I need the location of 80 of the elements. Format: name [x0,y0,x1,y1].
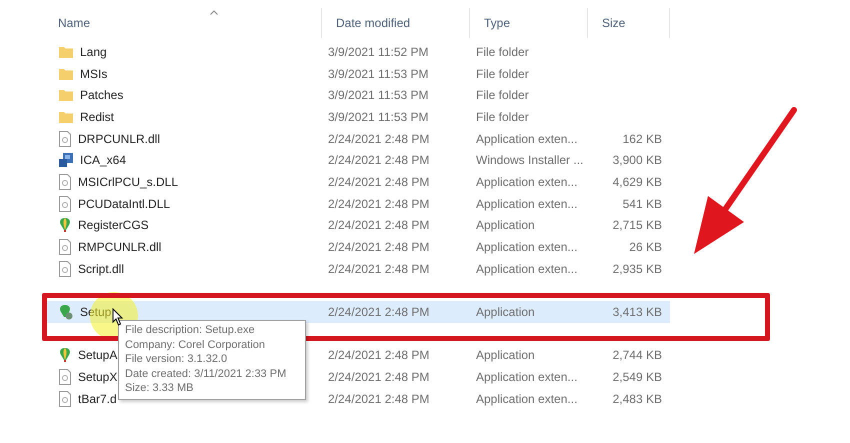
file-name[interactable]: Patches [80,88,124,102]
file-type: Application exten... [475,392,578,406]
file-type: Windows Installer ... [475,153,584,168]
file-size: 2,549 KB [612,370,663,384]
folder-icon [58,110,74,124]
file-size: 2,483 KB [612,392,663,406]
column-header[interactable]: Name [44,8,321,38]
file-type: File folder [475,110,530,124]
file-name[interactable]: ICA_x64 [80,153,126,168]
file-type: Application exten... [475,196,578,211]
column-header[interactable]: Type [470,8,587,38]
tooltip-text: Company: Corel Corporation [125,338,266,352]
file-name[interactable]: RegisterCGS [78,218,149,232]
file-size: 2,715 KB [612,218,663,232]
date-modified: 2/24/2021 2:48 PM [327,153,430,168]
folder-icon [58,44,74,59]
file-size: 4,629 KB [612,174,663,189]
file-size: 26 KB [628,240,663,254]
date-modified: 2/24/2021 2:48 PM [327,196,430,211]
folder-icon [58,66,74,81]
file-name[interactable]: Script.dll [78,262,124,276]
file-type: Application exten... [475,370,578,384]
file-name[interactable]: DRPCUNLR.dll [78,132,160,146]
file-size: 2,744 KB [612,348,663,362]
column-header[interactable]: Size [588,8,669,38]
date-modified: 2/24/2021 2:48 PM [327,305,430,320]
balloon-icon [58,217,72,234]
file-type: Application [475,218,536,232]
date-modified: 3/9/2021 11:52 PM [327,44,430,59]
date-modified: 2/24/2021 2:48 PM [327,392,430,406]
file-size: 2,935 KB [612,262,663,276]
column-header[interactable]: Date modified [322,8,469,38]
file-name[interactable]: Redist [80,110,114,124]
tooltip-text: Size: 3.33 MB [125,381,194,396]
file-size: 541 KB [622,196,663,211]
file-size: 3,413 KB [612,305,663,320]
balloon-icon [58,347,72,364]
file-name[interactable]: MSIs [80,66,108,81]
installer-icon [58,152,74,168]
file-type: Application exten... [475,262,578,276]
file-name[interactable]: RMPCUNLR.dll [78,240,162,254]
tooltip-text: File version: 3.1.32.0 [125,352,228,366]
document-icon [58,130,72,147]
date-modified: 2/24/2021 2:48 PM [327,132,430,146]
date-modified: 2/24/2021 2:48 PM [327,218,430,232]
date-modified: 2/24/2021 2:48 PM [327,262,430,276]
file-size: 3,900 KB [612,153,663,168]
file-type: File folder [475,88,530,102]
file-type: Application exten... [475,240,578,254]
document-icon [58,260,72,277]
document-icon [58,174,72,190]
file-name[interactable]: PCUDataIntl.DLL [78,196,170,211]
date-modified: 2/24/2021 2:48 PM [327,240,430,254]
document-icon [58,196,72,212]
file-name[interactable]: SetupX [78,370,118,384]
date-modified: 3/9/2021 11:53 PM [327,88,430,102]
file-name[interactable]: Lang [80,44,107,59]
date-modified: 2/24/2021 2:48 PM [327,174,430,189]
file-type: Application [475,305,536,320]
document-icon [58,390,72,407]
date-modified: 3/9/2021 11:53 PM [327,66,430,81]
date-modified: 2/24/2021 2:48 PM [327,370,430,384]
file-type: Application exten... [475,132,578,146]
document-icon [58,369,72,386]
sort-caret-icon [210,10,218,15]
tooltip-text: File description: Setup.exe [125,323,256,338]
date-modified: 3/9/2021 11:53 PM [327,110,430,124]
tooltip-text: Date created: 3/11/2021 2:33 PM [125,366,288,381]
file-type: Application exten... [475,174,578,189]
file-name[interactable]: tBar7.d [78,392,117,406]
file-type: File folder [475,44,530,59]
file-name[interactable]: MSICrlPCU_s.DLL [78,174,178,189]
file-size: 162 KB [622,132,663,146]
file-type: Application [475,348,536,362]
file-type: File folder [475,66,530,81]
folder-icon [58,88,74,102]
document-icon [58,239,72,256]
setup-icon [58,304,74,320]
file-name[interactable]: SetupA [78,348,118,362]
date-modified: 2/24/2021 2:48 PM [327,348,430,362]
